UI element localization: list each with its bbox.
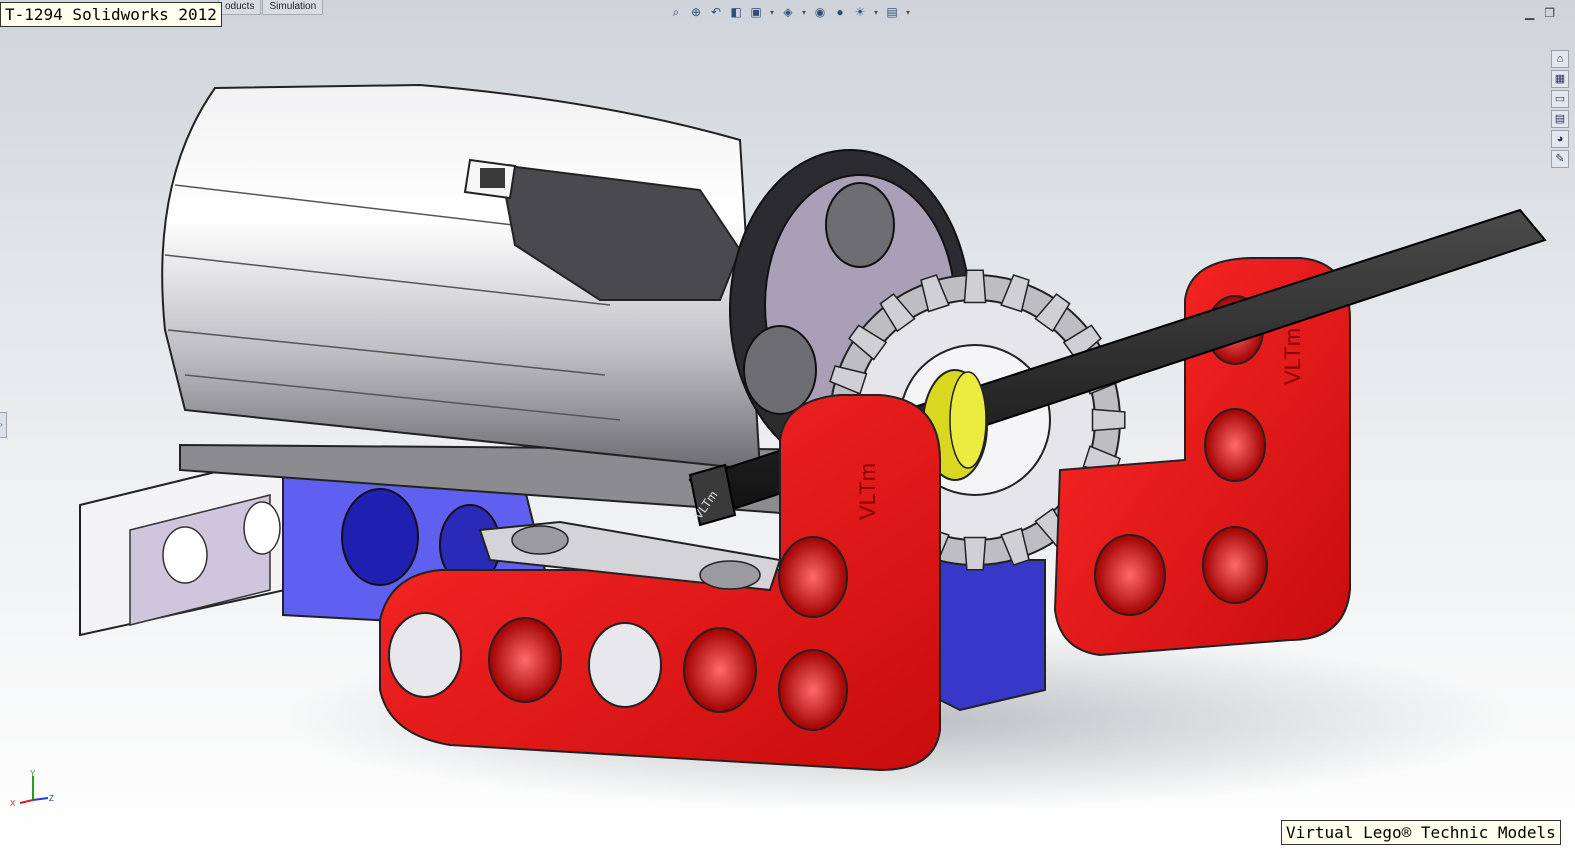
- liftarm-logo-back: VLTm: [1280, 328, 1305, 385]
- triad-x-label: X: [10, 799, 16, 808]
- graphics-viewport[interactable]: VLTm VLTm VLTm: [0, 0, 1575, 852]
- section-view-icon[interactable]: ◧: [728, 4, 744, 20]
- axle-pin: [388, 612, 462, 698]
- tab-products[interactable]: oducts: [218, 0, 262, 15]
- tab-simulation[interactable]: Simulation: [262, 0, 324, 15]
- zoom-to-area-icon[interactable]: ⊕: [688, 4, 704, 20]
- custom-properties-icon[interactable]: ✎: [1551, 150, 1569, 168]
- chevron-down-icon[interactable]: ▾: [800, 4, 808, 20]
- task-pane-tabs: ⌂ ▦ ▭ ▤ ◕ ✎: [1551, 50, 1569, 168]
- triad-y-label: Y: [30, 770, 36, 778]
- view-settings-icon[interactable]: ▤: [884, 4, 900, 20]
- view-palette-icon[interactable]: ▤: [1551, 110, 1569, 128]
- liftarm-logo-front: VLTm: [855, 463, 880, 520]
- restore-icon[interactable]: ❐: [1544, 6, 1555, 20]
- gear-tooth: [963, 536, 987, 571]
- axle-pin: [588, 622, 662, 708]
- chevron-down-icon[interactable]: ▾: [768, 4, 776, 20]
- liftarm-hole: [488, 617, 562, 703]
- file-explorer-icon[interactable]: ▭: [1551, 90, 1569, 108]
- chevron-down-icon[interactable]: ▾: [904, 4, 912, 20]
- display-style-icon[interactable]: ◈: [780, 4, 796, 20]
- chevron-down-icon[interactable]: ▾: [872, 4, 880, 20]
- hide-show-items-icon[interactable]: ◉: [812, 4, 828, 20]
- credit-badge: Virtual Lego® Technic Models: [1281, 820, 1561, 845]
- reference-triad: Y Z X: [10, 770, 54, 808]
- minimize-icon[interactable]: ▁: [1525, 6, 1534, 20]
- appearances-scenes-icon[interactable]: ◕: [1551, 130, 1569, 148]
- command-manager-tabs: oducts Simulation: [218, 0, 324, 15]
- solidworks-resources-icon[interactable]: ⌂: [1551, 50, 1569, 68]
- view-orientation-icon[interactable]: ▣: [748, 4, 764, 20]
- design-library-icon[interactable]: ▦: [1551, 70, 1569, 88]
- white-liftarm[interactable]: [79, 453, 286, 637]
- triad-z-label: Z: [49, 794, 54, 803]
- edit-appearance-icon[interactable]: ●: [832, 4, 848, 20]
- heads-up-view-toolbar: ⌕ ⊕ ↶ ◧ ▣ ▾ ◈ ▾ ◉ ● ☀ ▾ ▤ ▾: [668, 4, 912, 20]
- window-controls: ▁ ❐: [1525, 6, 1555, 20]
- zoom-to-fit-icon[interactable]: ⌕: [668, 4, 684, 20]
- apply-scene-icon[interactable]: ☀: [852, 4, 868, 20]
- feature-manager-collapse-handle[interactable]: ›: [0, 412, 7, 438]
- gear-tooth: [963, 269, 987, 304]
- liftarm-hole: [683, 627, 757, 713]
- gear-tooth: [1091, 408, 1126, 432]
- previous-view-icon[interactable]: ↶: [708, 4, 724, 20]
- title-badge: T-1294 Solidworks 2012: [0, 2, 222, 27]
